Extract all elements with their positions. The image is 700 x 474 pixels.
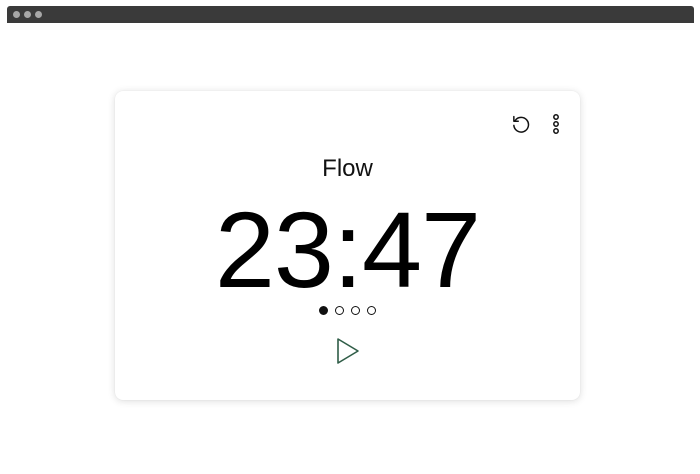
play-button[interactable] [333,335,363,367]
more-vertical-icon [553,114,559,134]
reset-button[interactable] [508,111,534,137]
session-dot [367,306,376,315]
window-titlebar [7,6,694,23]
window-maximize-dot[interactable] [35,11,42,18]
reset-icon [513,115,530,133]
timer-mode-label: Flow [322,155,373,182]
timer-display: 23:47 [214,189,481,310]
play-icon [337,338,359,364]
timer-card: Flow 23:47 [115,91,580,400]
session-dot [351,306,360,315]
window-minimize-dot[interactable] [24,11,31,18]
window-close-dot[interactable] [13,11,20,18]
session-progress [115,306,580,315]
app-window: Flow 23:47 [0,0,700,474]
session-dot [335,306,344,315]
more-options-button[interactable] [543,111,569,137]
session-dot [319,306,328,315]
